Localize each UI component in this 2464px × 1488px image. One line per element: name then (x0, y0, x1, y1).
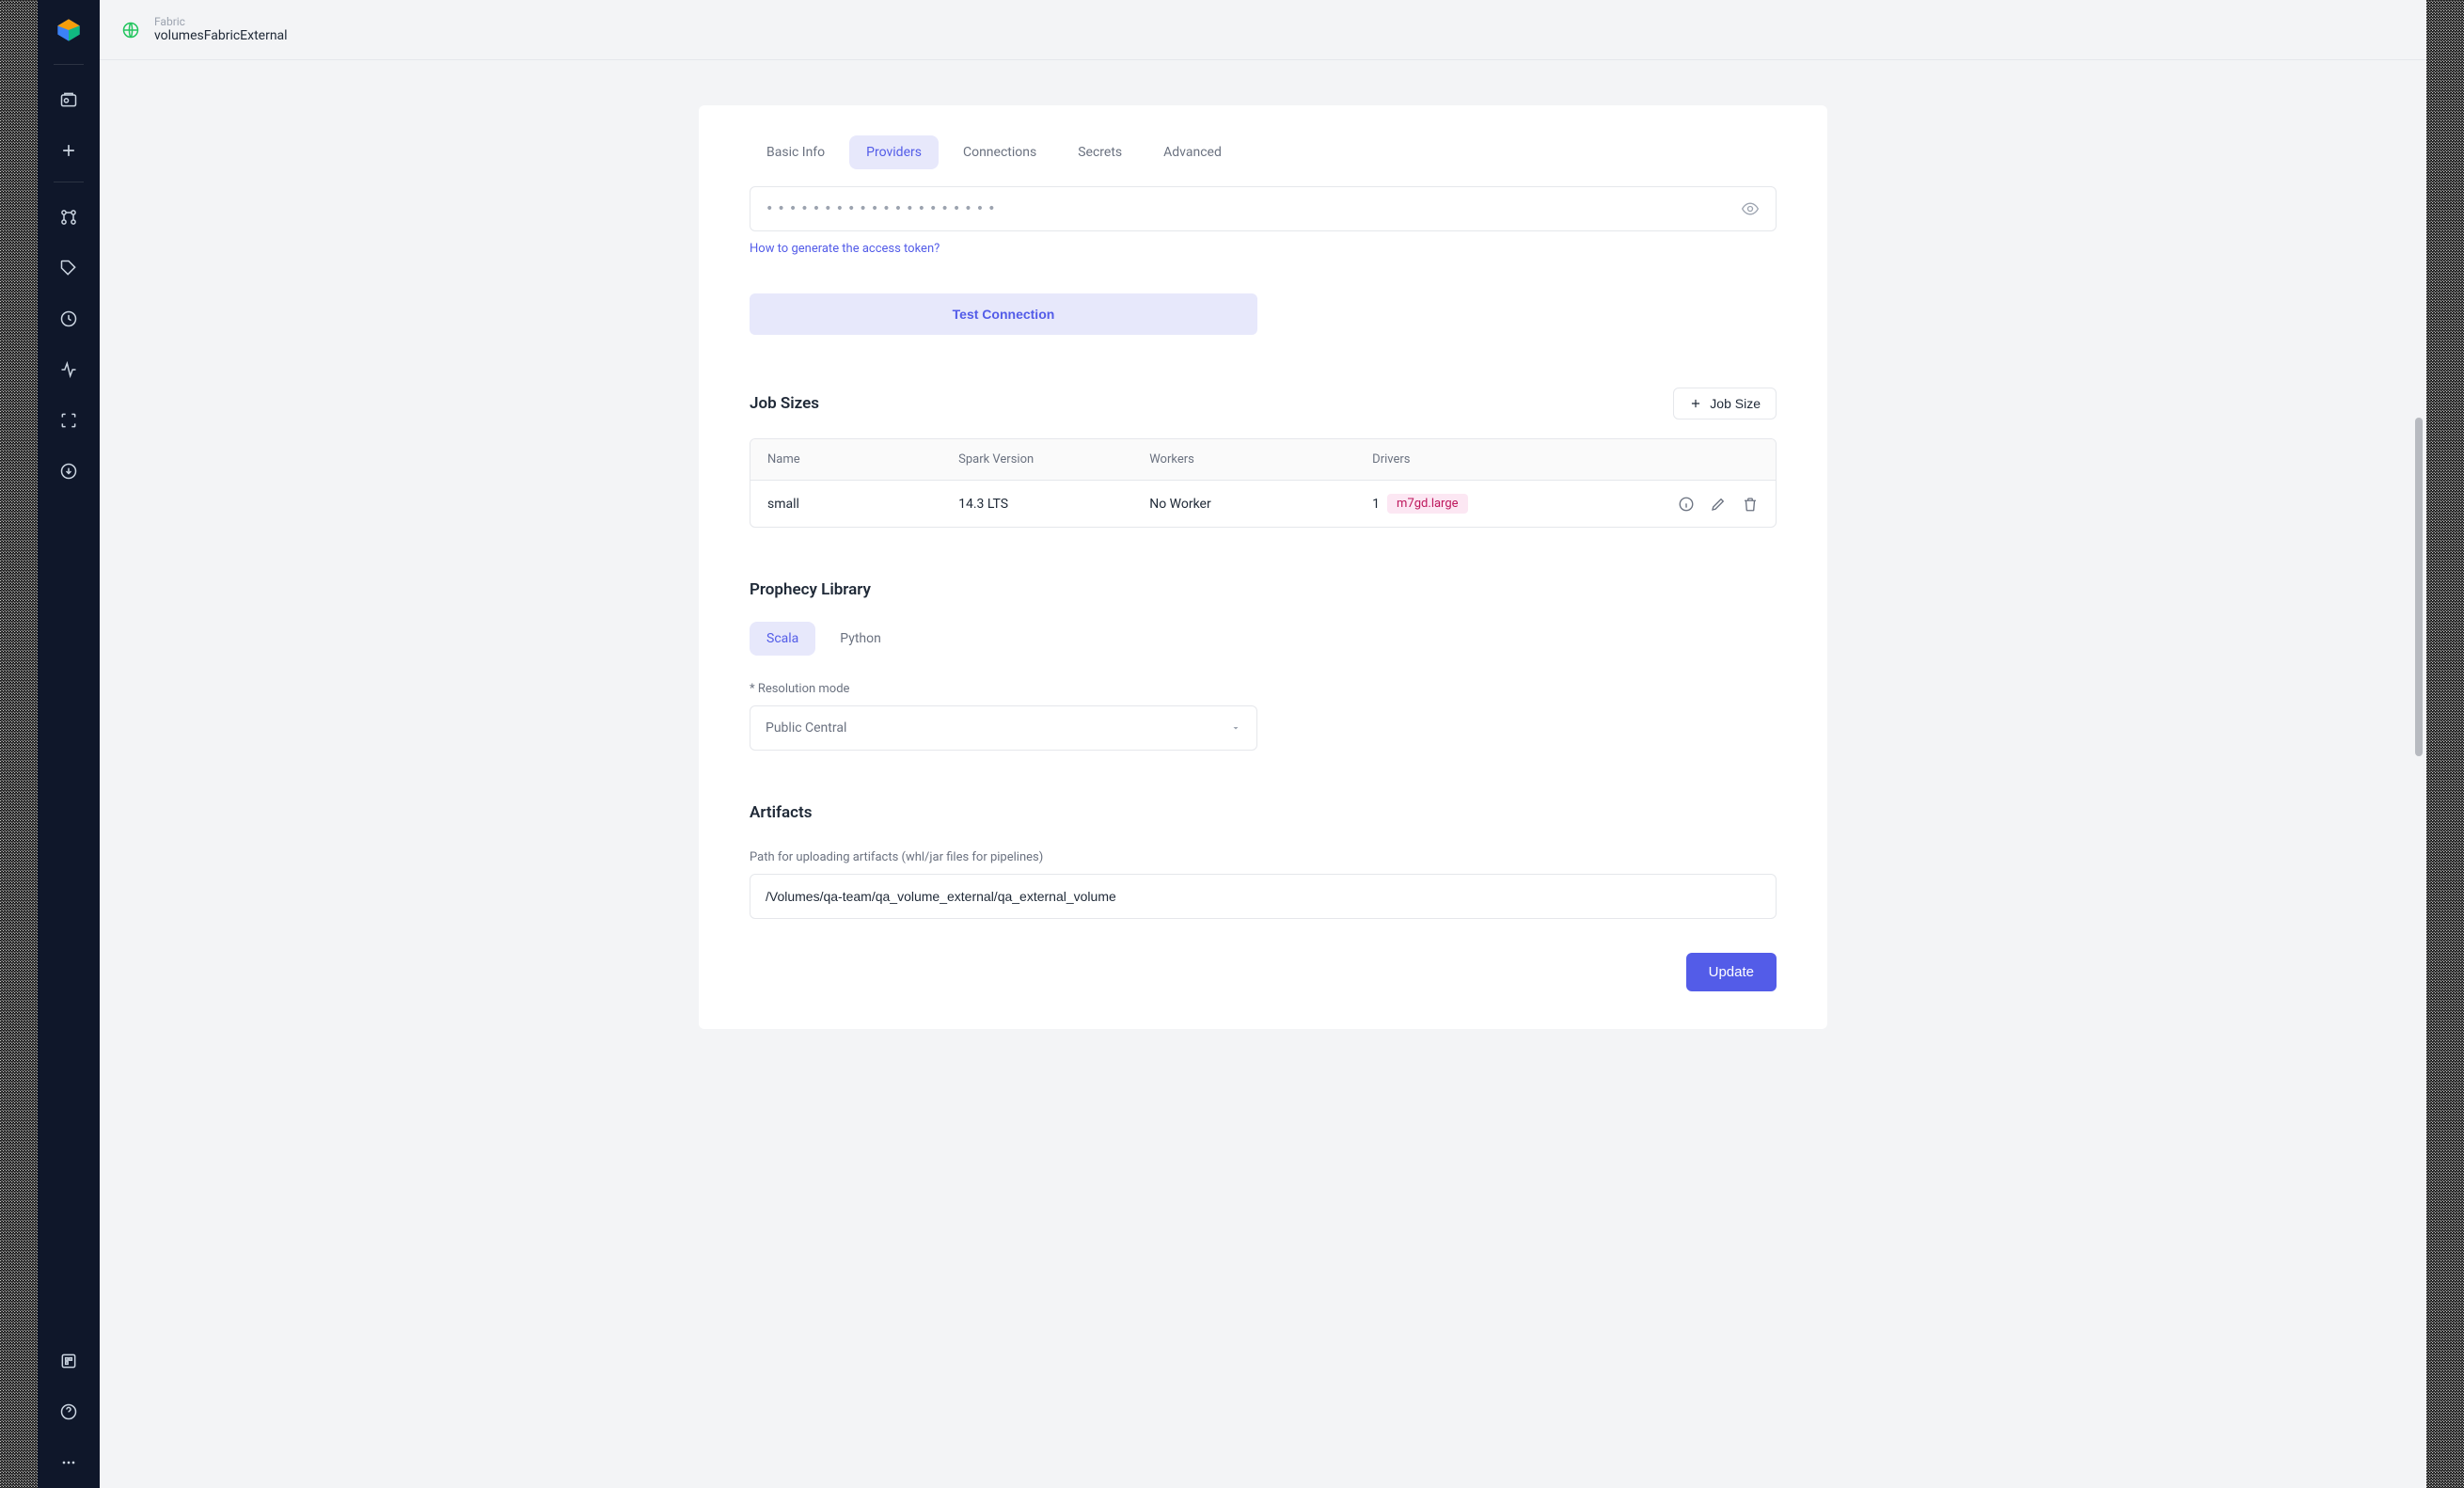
nav-item-pipelines[interactable] (49, 198, 88, 237)
settings-card: Basic Info Providers Connections Secrets… (699, 105, 1827, 1029)
job-sizes-table: Name Spark Version Workers Drivers small… (750, 438, 1777, 528)
tab-advanced[interactable]: Advanced (1146, 135, 1239, 169)
resolution-mode-label: * Resolution mode (750, 682, 1777, 696)
test-connection-button[interactable]: Test Connection (750, 293, 1257, 335)
nav-item-download[interactable] (49, 451, 88, 491)
col-name: Name (767, 452, 958, 467)
tab-connections[interactable]: Connections (946, 135, 1053, 169)
artifacts-path-input[interactable] (750, 874, 1777, 919)
add-job-size-label: Job Size (1710, 396, 1761, 411)
access-token-input[interactable] (750, 186, 1777, 231)
access-token-help-link[interactable]: How to generate the access token? (750, 242, 940, 256)
tab-providers[interactable]: Providers (849, 135, 939, 169)
nav-item-create[interactable] (49, 131, 88, 170)
tab-secrets[interactable]: Secrets (1061, 135, 1139, 169)
edit-icon[interactable] (1710, 496, 1727, 513)
artifacts-title: Artifacts (750, 803, 1777, 822)
plus-icon (1689, 397, 1702, 410)
col-drivers: Drivers (1372, 452, 1627, 467)
artifacts-path-label: Path for uploading artifacts (whl/jar fi… (750, 850, 1777, 864)
chevron-down-icon (1230, 722, 1241, 734)
scrollbar-thumb[interactable] (2415, 418, 2423, 756)
driver-type-tag: m7gd.large (1387, 494, 1467, 514)
nav-item-help[interactable] (49, 1392, 88, 1432)
col-spark-version: Spark Version (958, 452, 1149, 467)
breadcrumb-type: Fabric (154, 16, 288, 28)
access-token-field (750, 186, 1777, 231)
nav-item-activity[interactable] (49, 350, 88, 389)
info-icon[interactable] (1678, 496, 1695, 513)
job-sizes-title: Job Sizes (750, 394, 819, 413)
col-workers: Workers (1149, 452, 1372, 467)
cell-drivers: 1 m7gd.large (1372, 494, 1627, 514)
cell-name: small (767, 497, 958, 512)
resolution-mode-value: Public Central (766, 720, 846, 736)
add-job-size-button[interactable]: Job Size (1673, 388, 1777, 419)
table-header-row: Name Spark Version Workers Drivers (750, 439, 1776, 481)
nav-item-tag[interactable] (49, 248, 88, 288)
app-logo-icon[interactable] (55, 17, 82, 43)
sidebar (38, 0, 100, 1488)
cell-workers: No Worker (1149, 497, 1372, 512)
nav-item-scan[interactable] (49, 401, 88, 440)
nav-item-more[interactable] (49, 1443, 88, 1482)
table-row: small 14.3 LTS No Worker 1 m7gd.large (750, 481, 1776, 527)
update-button[interactable]: Update (1686, 953, 1777, 991)
library-language-tabs: Scala Python (750, 622, 1777, 656)
eye-icon[interactable] (1735, 194, 1765, 224)
tab-basic-info[interactable]: Basic Info (750, 135, 842, 169)
page-header: Fabric volumesFabricExternal (100, 0, 2426, 60)
settings-tabs: Basic Info Providers Connections Secrets… (750, 135, 1777, 169)
content-area: Basic Info Providers Connections Secrets… (100, 60, 2426, 1488)
nav-item-apps[interactable] (49, 1341, 88, 1381)
driver-count: 1 (1372, 497, 1380, 512)
globe-icon (120, 20, 141, 40)
breadcrumb: Fabric volumesFabricExternal (154, 16, 288, 43)
cell-spark-version: 14.3 LTS (958, 497, 1149, 512)
tab-scala[interactable]: Scala (750, 622, 815, 656)
page-title: volumesFabricExternal (154, 28, 288, 43)
resolution-mode-select[interactable]: Public Central (750, 705, 1257, 751)
tab-python[interactable]: Python (823, 622, 898, 656)
prophecy-library-title: Prophecy Library (750, 580, 1777, 599)
nav-item-history[interactable] (49, 299, 88, 339)
trash-icon[interactable] (1742, 496, 1759, 513)
nav-item-projects[interactable] (49, 80, 88, 119)
